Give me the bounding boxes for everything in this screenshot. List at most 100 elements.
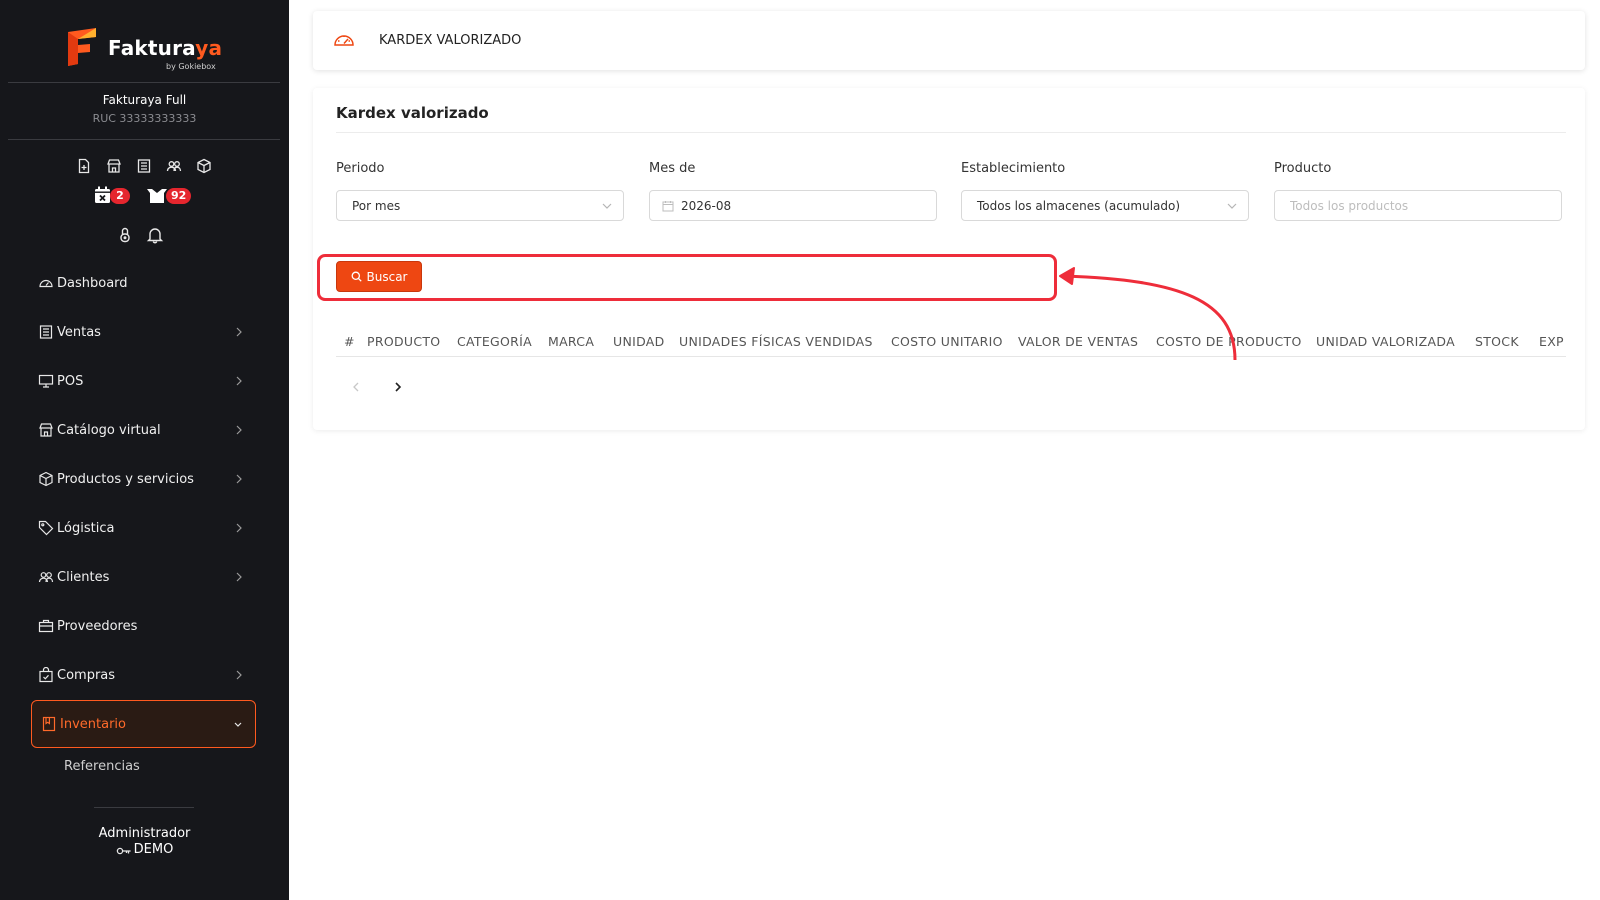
chevron-left-icon[interactable] [350,380,362,394]
column-header: MARCA [548,334,595,349]
users-icon[interactable] [166,158,182,174]
chevron-right-icon [236,572,242,582]
lock-icon[interactable] [118,226,132,243]
establecimiento-label: Establecimiento [961,161,1066,176]
column-header: # [344,334,355,349]
user-name-row: DEMO [116,842,174,857]
page-header: KARDEX VALORIZADO [313,11,1585,70]
monitor-icon [38,374,54,388]
store-icon[interactable] [106,158,122,174]
chevron-right-icon [236,474,242,484]
column-header: CATEGORÍA [457,334,532,349]
mes-picker[interactable]: 2026-08 [649,190,937,221]
pagination [336,378,416,398]
brand-subtitle: by Gokiebox [166,62,216,71]
brand-logo[interactable]: Fakturaya by Gokiebox [66,24,226,72]
notification-badges: 2 92 [94,186,204,206]
gauge-icon [334,35,354,46]
column-header: PRODUCTO [367,334,441,349]
alert-actions [118,226,164,244]
bell-icon[interactable] [146,226,164,244]
chevron-down-icon [234,722,242,727]
card-title: Kardex valorizado [336,104,489,122]
sidebar-item-label: Ventas [57,324,101,340]
page-title: KARDEX VALORIZADO [379,33,522,48]
box-icon[interactable] [196,158,212,174]
user-info[interactable]: Administrador DEMO [0,826,289,860]
chevron-right-icon [236,376,242,386]
logo-icon [68,28,96,66]
periodo-label: Periodo [336,161,385,176]
sidebar-item-label: Dashboard [57,275,128,291]
sidebar-item-pos[interactable]: POS [38,366,244,396]
sidebar-item-compras[interactable]: Compras [38,660,244,690]
sidebar-item-proveedores[interactable]: Proveedores [38,611,244,641]
divider [8,82,280,83]
bag-icon [39,667,53,683]
sidebar-item-label: Proveedores [57,618,138,634]
divider [8,139,280,140]
sidebar: Fakturaya by Gokiebox Fakturaya Full RUC… [0,0,289,900]
sidebar-item-dashboard[interactable]: Dashboard [38,268,244,298]
producto-label: Producto [1274,161,1332,176]
calendar-count-badge: 2 [110,188,130,204]
tag-icon [38,520,54,536]
mes-value: 2026-08 [681,198,732,213]
calendar-remove-icon [95,186,110,203]
column-header: UNIDAD [613,334,665,349]
briefcase-icon [38,619,54,633]
gauge-icon [39,279,53,288]
divider [336,132,1566,133]
column-header: UNIDADES FÍSICAS VENDIDAS [679,334,873,349]
book-icon [42,716,56,732]
company-name: Fakturaya Full [102,93,187,107]
open-box-icon [147,189,167,203]
mes-label: Mes de [649,161,696,176]
divider [94,807,194,808]
user-role: Administrador [98,826,191,841]
box-icon [39,471,53,487]
sidebar-item-productos[interactable]: Productos y servicios [38,464,244,494]
sidebar-item-label: Productos y servicios [57,471,194,487]
column-header: UNIDAD VALORIZADA [1316,334,1455,349]
sidebar-subitem-referencias[interactable]: Referencias [64,759,140,774]
sidebar-item-inventario[interactable]: Inventario [31,700,256,748]
chevron-down-icon [1227,203,1237,209]
sidebar-item-label: Clientes [57,569,110,585]
brand-name: Fakturaya [108,36,223,60]
store-icon [39,423,53,437]
producto-input[interactable] [1290,198,1561,213]
user-name: DEMO [133,842,174,857]
receipt-icon[interactable] [136,158,152,174]
column-header: STOCK [1475,334,1519,349]
chevron-right-icon [236,327,242,337]
sidebar-item-logistica[interactable]: Lógistica [38,513,244,543]
company-ruc: RUC 33333333333 [92,112,197,125]
column-header: EXP [1539,334,1564,349]
sidebar-item-ventas[interactable]: Ventas [38,317,244,347]
periodo-value: Por mes [352,198,401,213]
column-header: COSTO DE PRODUCTO [1156,334,1302,349]
table-header: # PRODUCTO CATEGORÍA MARCA UNIDAD UNIDAD… [336,325,1566,357]
users-icon [38,572,54,583]
establecimiento-select[interactable]: Todos los almacenes (acumulado) [961,190,1249,221]
new-document-icon[interactable] [76,158,92,174]
chevron-right-icon[interactable] [392,380,404,394]
chevron-right-icon [236,425,242,435]
sidebar-item-clientes[interactable]: Clientes [38,562,244,592]
chevron-right-icon [236,523,242,533]
highlight-box [317,254,1057,301]
producto-input-wrap[interactable] [1274,190,1562,221]
sidebar-item-catalogo-virtual[interactable]: Catálogo virtual [38,415,244,445]
periodo-select[interactable]: Por mes [336,190,624,221]
receipt-icon [39,325,53,339]
chevron-right-icon [236,670,242,680]
chevron-down-icon [602,203,612,209]
sidebar-item-label: Inventario [60,716,126,732]
column-header: VALOR DE VENTAS [1018,334,1139,349]
key-icon [116,847,131,854]
sidebar-item-label: Compras [57,667,116,683]
calendar-icon [662,200,674,211]
quick-actions [76,158,212,174]
establecimiento-value: Todos los almacenes (acumulado) [977,198,1181,213]
